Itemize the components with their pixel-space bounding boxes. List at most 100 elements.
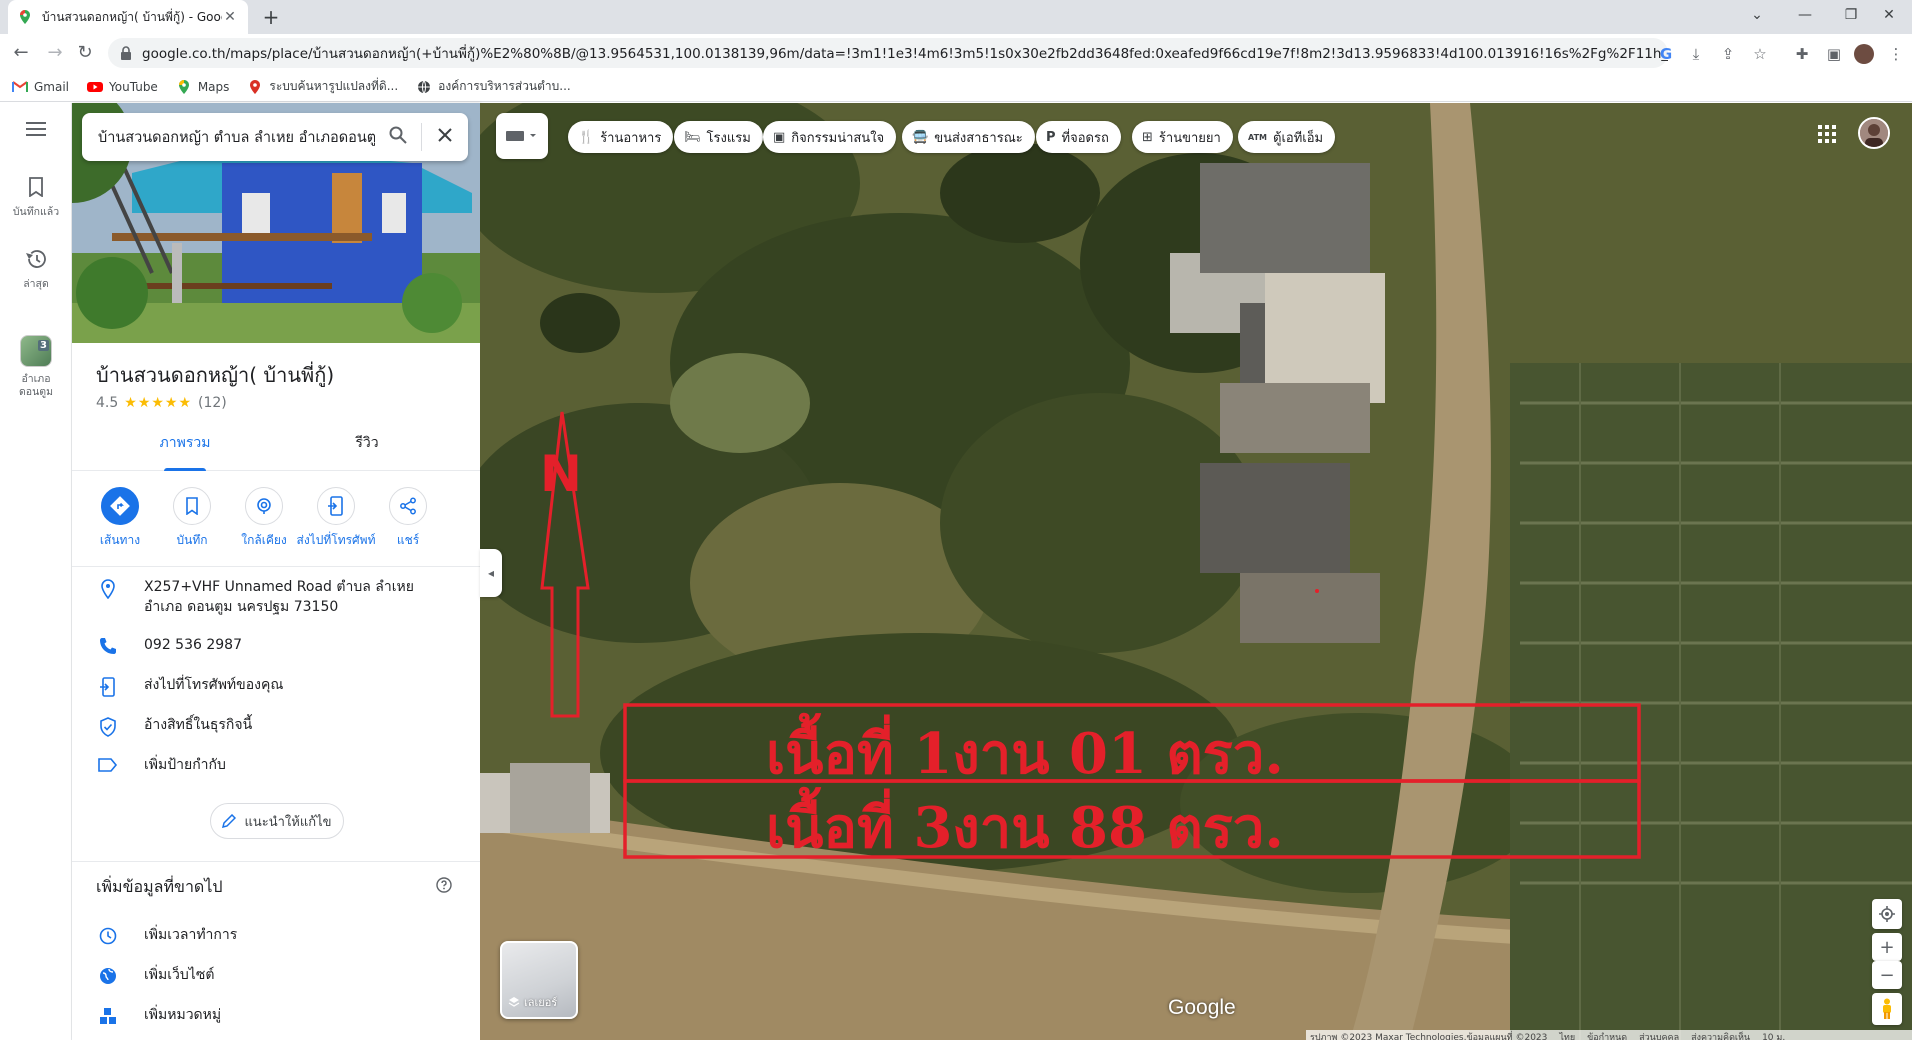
place-title: บ้านสวนดอกหญ้า( บ้านพี่กู้) bbox=[96, 363, 335, 387]
browser-menu-icon[interactable]: ⋮ bbox=[1884, 42, 1908, 66]
zoom-out-button[interactable]: − bbox=[1872, 961, 1902, 989]
profile-avatar-icon[interactable] bbox=[1852, 42, 1876, 66]
add-hours-text: เพิ่มเวลาทำการ bbox=[144, 927, 238, 943]
language-link[interactable]: ไทย bbox=[1559, 1030, 1575, 1040]
chip-things-to-do[interactable]: ▣ กิจกรรมน่าสนใจ bbox=[763, 121, 897, 153]
forward-button[interactable]: → bbox=[42, 40, 68, 66]
chip-atm[interactable]: ATM ตู้เอทีเอ็ม bbox=[1238, 121, 1336, 153]
missing-info-title: เพิ่มข้อมูลที่ขาดไป bbox=[96, 877, 223, 896]
chip-parking[interactable]: P ที่จอดรถ bbox=[1036, 121, 1121, 153]
rating-value: 4.5 bbox=[96, 395, 119, 411]
address-row[interactable]: X257+VHF Unnamed Road ตำบล ลำเหย อำเภอ ด… bbox=[72, 577, 480, 617]
extensions-icon[interactable]: ✚ bbox=[1790, 42, 1814, 66]
directions-button[interactable]: เส้นทาง bbox=[80, 487, 160, 550]
reload-button[interactable]: ↻ bbox=[72, 40, 98, 66]
add-label-text: เพิ่มป้ายกำกับ bbox=[144, 757, 226, 773]
tab-overview[interactable]: ภาพรวม bbox=[120, 423, 250, 471]
browser-toolbar: ← → ↻ google.co.th/maps/place/บ้านสวนดอก… bbox=[0, 34, 1912, 72]
help-icon[interactable] bbox=[436, 877, 452, 893]
install-app-icon[interactable]: ⤓ bbox=[1684, 42, 1708, 66]
input-tools-button[interactable] bbox=[496, 113, 548, 159]
tab-search-icon[interactable]: ⌄ bbox=[1734, 0, 1780, 30]
add-hours-row[interactable]: เพิ่มเวลาทำการ bbox=[72, 925, 480, 945]
add-website-row[interactable]: เพิ่มเว็บไซต์ bbox=[72, 965, 480, 985]
bookmark-youtube[interactable]: YouTube bbox=[87, 80, 158, 94]
terms-link[interactable]: ข้อกำหนด bbox=[1587, 1030, 1627, 1040]
north-label: N bbox=[540, 445, 582, 503]
bookmark-gmail[interactable]: Gmail bbox=[12, 80, 69, 94]
claim-row[interactable]: อ้างสิทธิ์ในธุรกิจนี้ bbox=[72, 715, 480, 737]
clock-icon bbox=[99, 927, 117, 945]
minimize-icon[interactable]: — bbox=[1782, 0, 1828, 30]
satellite-map[interactable]: Google bbox=[480, 103, 1912, 1040]
phone-row[interactable]: 092 536 2987 bbox=[72, 635, 480, 655]
maps-page: บันทึกแล้ว ล่าสุด 3 อำเภอ ดอนตูม บ้านสวน… bbox=[0, 103, 1912, 1040]
google-lens-icon[interactable]: G bbox=[1654, 42, 1678, 66]
search-input[interactable]: บ้านสวนดอกหญ้า ตำบล ลำเหย อำเภอดอนตูม bbox=[98, 126, 375, 149]
bookmark-land-search[interactable]: ระบบค้นหารูปแปลงที่ดิ... bbox=[247, 77, 398, 96]
privacy-link[interactable]: ส่วนบุคคล bbox=[1639, 1030, 1679, 1040]
my-location-icon bbox=[1879, 906, 1895, 922]
bookmark-tambon-org[interactable]: องค์การบริหารส่วนตำบ... bbox=[416, 77, 571, 96]
chip-hotels[interactable]: 🛏 โรงแรม bbox=[674, 121, 763, 153]
street-view-pegman[interactable] bbox=[1872, 993, 1902, 1025]
pin-icon bbox=[250, 79, 261, 94]
google-apps-icon[interactable] bbox=[1818, 125, 1836, 143]
feedback-link[interactable]: ส่งความคิดเห็น bbox=[1691, 1030, 1750, 1040]
fork-knife-icon: 🍴 bbox=[578, 129, 595, 145]
tab-title: บ้านสวนดอกหญ้า( บ้านพี่กู้) - Google bbox=[42, 9, 222, 24]
map-attribution: รูปภาพ ©2023 Maxar Technologies,ข้อมูลแผ… bbox=[1306, 1030, 1912, 1040]
add-category-row[interactable]: เพิ่มหมวดหมู่ bbox=[72, 1005, 480, 1025]
rating-row[interactable]: 4.5 ★★★★★ (12) bbox=[96, 395, 227, 411]
nearby-button[interactable]: ใกล้เคียง bbox=[224, 487, 304, 550]
send-to-phone-icon bbox=[328, 496, 343, 516]
my-location-button[interactable] bbox=[1872, 899, 1902, 929]
pegman-icon bbox=[1883, 998, 1891, 1019]
share-button[interactable]: แชร์ bbox=[368, 487, 448, 550]
add-label-row[interactable]: เพิ่มป้ายกำกับ bbox=[72, 755, 480, 775]
layers-button[interactable]: เลเยอร์ bbox=[500, 941, 578, 1019]
place-tabs: ภาพรวม รีวิว bbox=[72, 423, 480, 471]
search-icon[interactable] bbox=[375, 126, 421, 148]
tab-reviews[interactable]: รีวิว bbox=[302, 423, 432, 471]
rail-saved[interactable]: บันทึกแล้ว bbox=[0, 177, 72, 220]
nearby-icon bbox=[257, 498, 271, 514]
save-button[interactable]: บันทึก bbox=[152, 487, 232, 550]
send-phone-row[interactable]: ส่งไปที่โทรศัพท์ของคุณ bbox=[72, 675, 480, 697]
review-count[interactable]: (12) bbox=[198, 395, 227, 411]
address-bar[interactable]: google.co.th/maps/place/บ้านสวนดอกหญ้า(+… bbox=[108, 38, 1668, 68]
browser-tab[interactable]: บ้านสวนดอกหญ้า( บ้านพี่กู้) - Google ✕ bbox=[8, 0, 248, 34]
imagery-credit: รูปภาพ ©2023 Maxar Technologies,ข้อมูลแผ… bbox=[1310, 1032, 1548, 1040]
claim-text: อ้างสิทธิ์ในธุรกิจนี้ bbox=[144, 717, 253, 733]
zoom-in-button[interactable]: + bbox=[1872, 933, 1902, 961]
shield-check-icon bbox=[100, 717, 116, 737]
close-icon[interactable] bbox=[422, 127, 468, 147]
window-close-icon[interactable]: ✕ bbox=[1866, 0, 1912, 30]
send-to-phone-button[interactable]: ส่งไปที่โทรศัพท์ bbox=[296, 487, 376, 550]
bookmark-star-icon[interactable]: ☆ bbox=[1748, 42, 1772, 66]
chip-transit[interactable]: 🚍 ขนส่งสาธารณะ bbox=[902, 121, 1035, 153]
label-icon bbox=[98, 758, 118, 772]
bus-icon: 🚍 bbox=[912, 129, 929, 145]
rail-recent[interactable]: ล่าสุด bbox=[0, 249, 72, 292]
tab-close-icon[interactable]: ✕ bbox=[222, 9, 238, 25]
suggest-edit-button[interactable]: แนะนำให้แก้ไข bbox=[210, 803, 344, 839]
new-tab-button[interactable]: + bbox=[258, 4, 284, 30]
menu-button[interactable] bbox=[0, 121, 72, 143]
share-page-icon[interactable]: ⇪ bbox=[1716, 42, 1740, 66]
bookmark-icon bbox=[29, 177, 43, 197]
account-avatar[interactable] bbox=[1858, 117, 1890, 149]
back-button[interactable]: ← bbox=[8, 40, 34, 66]
youtube-icon bbox=[87, 81, 104, 92]
bookmark-maps[interactable]: Maps bbox=[176, 79, 229, 94]
avatar-image bbox=[1860, 119, 1888, 147]
section-divider bbox=[72, 861, 480, 862]
collapse-panel-button[interactable]: ◂ bbox=[480, 549, 502, 597]
chip-pharmacy[interactable]: ⊞ ร้านขายยา bbox=[1132, 121, 1233, 153]
chip-restaurants[interactable]: 🍴 ร้านอาหาร bbox=[568, 121, 674, 153]
search-box[interactable]: บ้านสวนดอกหญ้า ตำบล ลำเหย อำเภอดอนตูม bbox=[82, 113, 468, 161]
rail-recent-place[interactable]: 3 อำเภอ ดอนตูม bbox=[0, 335, 72, 399]
scale-label[interactable]: 10 ม. bbox=[1762, 1030, 1785, 1040]
side-panel-icon[interactable]: ▣ bbox=[1822, 42, 1846, 66]
maps-icon bbox=[178, 79, 189, 94]
